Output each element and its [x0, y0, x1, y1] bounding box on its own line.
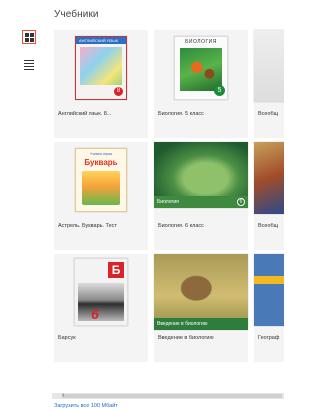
book-tile-biology-5[interactable]: БИОЛОГИЯ 5 Биология. 5 класс	[154, 30, 248, 138]
book-cover-image	[254, 30, 284, 102]
horizontal-scrollbar[interactable]	[52, 393, 284, 399]
book-cover: Учимся играя Букварь	[54, 142, 148, 220]
textbooks-page: Учебники АНГЛИЙСКИЙ ЯЗЫК 8 Английский яз…	[0, 0, 284, 410]
book-tile-general-history-2[interactable]: Всеобщ	[254, 142, 284, 250]
book-tile-bukvar[interactable]: Учимся играя Букварь Астрель. Букварь. Т…	[54, 142, 148, 250]
book-cover-image: Введение в биологию	[154, 254, 248, 330]
cover-strip-text: Введение в биологию	[157, 321, 208, 327]
grade-badge: 6	[237, 198, 245, 206]
download-all-link[interactable]: Загрузить все 100 Мбайт	[54, 403, 118, 409]
list-view-icon	[24, 59, 34, 71]
book-cover-image: БИОЛОГИЯ 5	[174, 36, 228, 100]
book-tile-barsuk[interactable]: Б 6 Барсук	[54, 254, 148, 362]
book-cover-image: Учимся играя Букварь	[75, 148, 127, 212]
book-caption: Географ	[258, 335, 280, 341]
book-cover: Биология 6	[154, 142, 248, 220]
book-cover	[254, 142, 284, 220]
cover-band-text: АНГЛИЙСКИЙ ЯЗЫК	[79, 38, 119, 43]
book-caption: Барсук	[58, 335, 76, 341]
book-caption: Английский язык. 8...	[58, 111, 112, 117]
book-caption: Астрель. Букварь. Тест	[58, 223, 117, 229]
grade-number: 6	[91, 306, 99, 322]
grid-view-button[interactable]	[22, 30, 36, 44]
book-caption: Биология. 5 класс	[158, 111, 204, 117]
book-tile-english-8[interactable]: АНГЛИЙСКИЙ ЯЗЫК 8 Английский язык. 8...	[54, 30, 148, 138]
cover-flag: Б	[108, 262, 124, 278]
cover-top-text: Учимся играя	[89, 152, 113, 156]
book-tile-general-history-1[interactable]: Всеобщ	[254, 30, 284, 138]
book-tile-intro-biology[interactable]: Введение в биологию Введение в биологию	[154, 254, 248, 362]
book-caption: Биология. 6 класс	[158, 223, 204, 229]
book-tile-geography[interactable]: Географ	[254, 254, 284, 362]
grid-view-icon	[24, 32, 34, 42]
cover-strip-text: Биология	[157, 199, 179, 205]
book-caption: Всеобщ	[258, 111, 279, 117]
book-cover: Б 6	[54, 254, 148, 332]
book-caption: Введение в биологию	[158, 335, 214, 341]
book-cover	[254, 254, 284, 332]
page-title: Учебники	[54, 9, 99, 20]
grade-badge: 8	[114, 87, 123, 96]
grade-badge: 5	[214, 85, 225, 96]
book-cover	[254, 30, 284, 108]
book-tile-biology-6[interactable]: Биология 6 Биология. 6 класс	[154, 142, 248, 250]
cover-title-text: Букварь	[84, 158, 118, 167]
book-cover-image: Б 6	[74, 258, 128, 326]
book-cover-image	[254, 254, 284, 326]
book-cover-image: Биология 6	[154, 142, 248, 208]
scroll-left-arrow-icon[interactable]: ‹	[62, 392, 64, 399]
book-cover: АНГЛИЙСКИЙ ЯЗЫК 8	[54, 30, 148, 108]
book-cover-image: АНГЛИЙСКИЙ ЯЗЫК 8	[75, 36, 127, 100]
book-cover-image	[254, 142, 284, 214]
cover-title-text: БИОЛОГИЯ	[185, 39, 217, 45]
book-cover: Введение в биологию	[154, 254, 248, 332]
list-view-button[interactable]	[22, 58, 36, 72]
book-cover: БИОЛОГИЯ 5	[154, 30, 248, 108]
book-caption: Всеобщ	[258, 223, 279, 229]
scrollbar-thumb[interactable]	[62, 394, 282, 398]
